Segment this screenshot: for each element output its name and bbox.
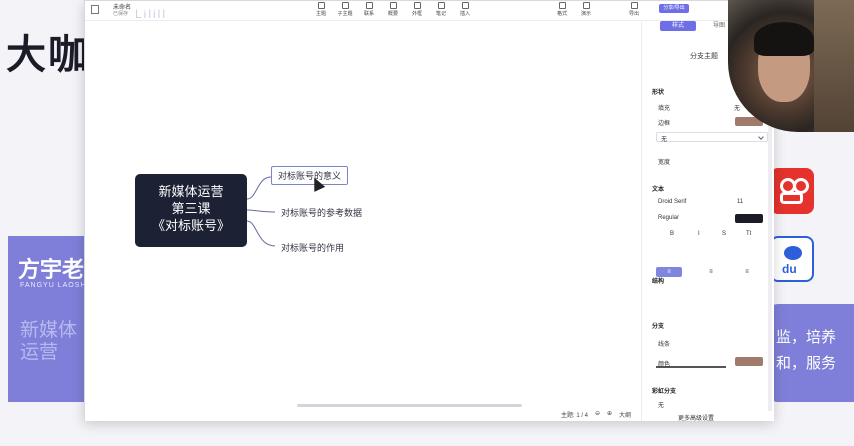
insert-icon bbox=[461, 2, 469, 9]
subtopic-button[interactable]: 子主题 bbox=[332, 1, 358, 19]
bookshelf bbox=[814, 0, 854, 132]
align-center-button[interactable]: ≡ bbox=[698, 267, 724, 277]
section-branch[interactable]: 分支 bbox=[652, 321, 664, 330]
section-text[interactable]: 文本 bbox=[652, 184, 664, 193]
screen: 大咖 方宇老师 FANGYU LAOSHI 新媒体运营 du 监，培养 和，服务… bbox=[0, 0, 854, 446]
boundary-button[interactable]: 外框 bbox=[404, 1, 430, 19]
baidu-icon: du bbox=[770, 236, 814, 282]
background-info-block: 监，培养 和，服务 bbox=[768, 304, 854, 402]
fill-label: 填充 bbox=[658, 106, 671, 112]
root-topic-node[interactable]: 新媒体运营 第三课 《对标账号》 bbox=[135, 174, 247, 247]
panel-title: 分支主题 bbox=[690, 53, 718, 60]
font-family-select[interactable]: Droid Serif bbox=[658, 199, 686, 205]
insert-button[interactable]: 插入 bbox=[452, 1, 478, 19]
border-style-select[interactable]: 无 bbox=[656, 132, 768, 143]
width-label: 宽度 bbox=[658, 160, 671, 166]
summary-icon bbox=[389, 2, 397, 9]
zoom-in-icon[interactable]: ⊕ bbox=[607, 410, 612, 417]
root-line-2: 第三课 bbox=[171, 201, 211, 216]
advanced-settings-link[interactable]: 更多高级设置 bbox=[678, 413, 714, 422]
branch-topic-2[interactable]: 对标账号的参考数据 bbox=[281, 206, 362, 219]
section-structure[interactable]: 结构 bbox=[652, 276, 664, 285]
menu-icon[interactable] bbox=[91, 5, 99, 14]
connector-1 bbox=[246, 176, 272, 200]
paw-icon bbox=[784, 246, 802, 260]
border-label: 边框 bbox=[658, 121, 671, 127]
zoom-out-icon[interactable]: ⊖ bbox=[595, 410, 600, 417]
section-shape[interactable]: 形状 bbox=[652, 87, 664, 96]
align-right-button[interactable]: ≡ bbox=[734, 267, 760, 277]
subtopic-icon bbox=[341, 2, 349, 9]
format-icon bbox=[558, 2, 566, 9]
topic-count: 主题: 1 / 4 bbox=[561, 413, 589, 419]
color-label: 颜色 bbox=[658, 362, 671, 368]
notes-button[interactable]: 笔记 bbox=[428, 1, 454, 19]
connector-3 bbox=[246, 220, 276, 247]
font-size-select[interactable]: 11 bbox=[737, 199, 743, 205]
present-icon bbox=[582, 2, 590, 9]
document-status: 已保存 bbox=[113, 11, 129, 17]
presenter-subtitle: FANGYU LAOSHI bbox=[20, 282, 90, 289]
format-button[interactable]: 格式 bbox=[549, 1, 575, 19]
blurred-title: Lilill bbox=[135, 7, 168, 21]
font-weight-select[interactable]: Regular bbox=[658, 215, 679, 221]
case-button[interactable]: Tt bbox=[746, 231, 751, 237]
mindmap-canvas[interactable]: 新媒体运营 第三课 《对标账号》 对标账号的意义 对标账号的参考数据 对标账号的… bbox=[85, 21, 641, 421]
tab-style[interactable]: 样式 bbox=[660, 21, 696, 31]
strike-button[interactable]: S bbox=[722, 231, 726, 237]
connector-2 bbox=[246, 209, 276, 213]
mindmap-app-window: 未命名 已保存 Lilill 主题 子主题 联系 概要 外框 笔记 插入 格式 … bbox=[84, 0, 774, 422]
xiaohongshu-icon bbox=[770, 168, 814, 214]
notes-icon bbox=[437, 2, 445, 9]
relationship-button[interactable]: 联系 bbox=[356, 1, 382, 19]
branch-topic-3[interactable]: 对标账号的作用 bbox=[281, 241, 344, 254]
topic-icon bbox=[317, 2, 325, 9]
boundary-icon bbox=[413, 2, 421, 9]
text-color-swatch[interactable] bbox=[735, 214, 763, 223]
present-button[interactable]: 演示 bbox=[573, 1, 599, 19]
top-toolbar: 未命名 已保存 Lilill 主题 子主题 联系 概要 外框 笔记 插入 格式 … bbox=[85, 1, 773, 21]
chevron-down-icon bbox=[758, 134, 764, 140]
line-label: 线条 bbox=[658, 342, 671, 348]
export-button[interactable]: 导出 bbox=[621, 1, 647, 19]
background-title: 大咖 bbox=[6, 33, 90, 77]
root-line-1: 新媒体运营 bbox=[158, 184, 224, 199]
summary-button[interactable]: 概要 bbox=[380, 1, 406, 19]
presenter-hair bbox=[754, 22, 814, 56]
rainbow-value[interactable]: 无 bbox=[658, 400, 664, 409]
branch-color-swatch[interactable] bbox=[735, 357, 763, 366]
section-rainbow[interactable]: 彩虹分支 bbox=[652, 386, 676, 395]
bold-button[interactable]: B bbox=[670, 231, 674, 237]
topic-button[interactable]: 主题 bbox=[308, 1, 334, 19]
presenter-course: 新媒体运营 bbox=[20, 320, 78, 363]
baidu-text: du bbox=[782, 262, 797, 276]
fill-value[interactable]: 无 bbox=[734, 103, 740, 112]
horizontal-scrollbar[interactable] bbox=[297, 404, 522, 407]
background-line-2: 和，服务 bbox=[776, 355, 837, 372]
relationship-icon bbox=[365, 2, 373, 9]
outline-toggle[interactable]: 大纲 bbox=[619, 410, 631, 419]
background-line-1: 监，培养 bbox=[776, 329, 837, 346]
export-icon bbox=[630, 2, 638, 9]
root-line-3: 《对标账号》 bbox=[151, 218, 230, 233]
share-button[interactable]: 分享/导出 bbox=[659, 4, 689, 13]
italic-button[interactable]: I bbox=[698, 231, 700, 237]
